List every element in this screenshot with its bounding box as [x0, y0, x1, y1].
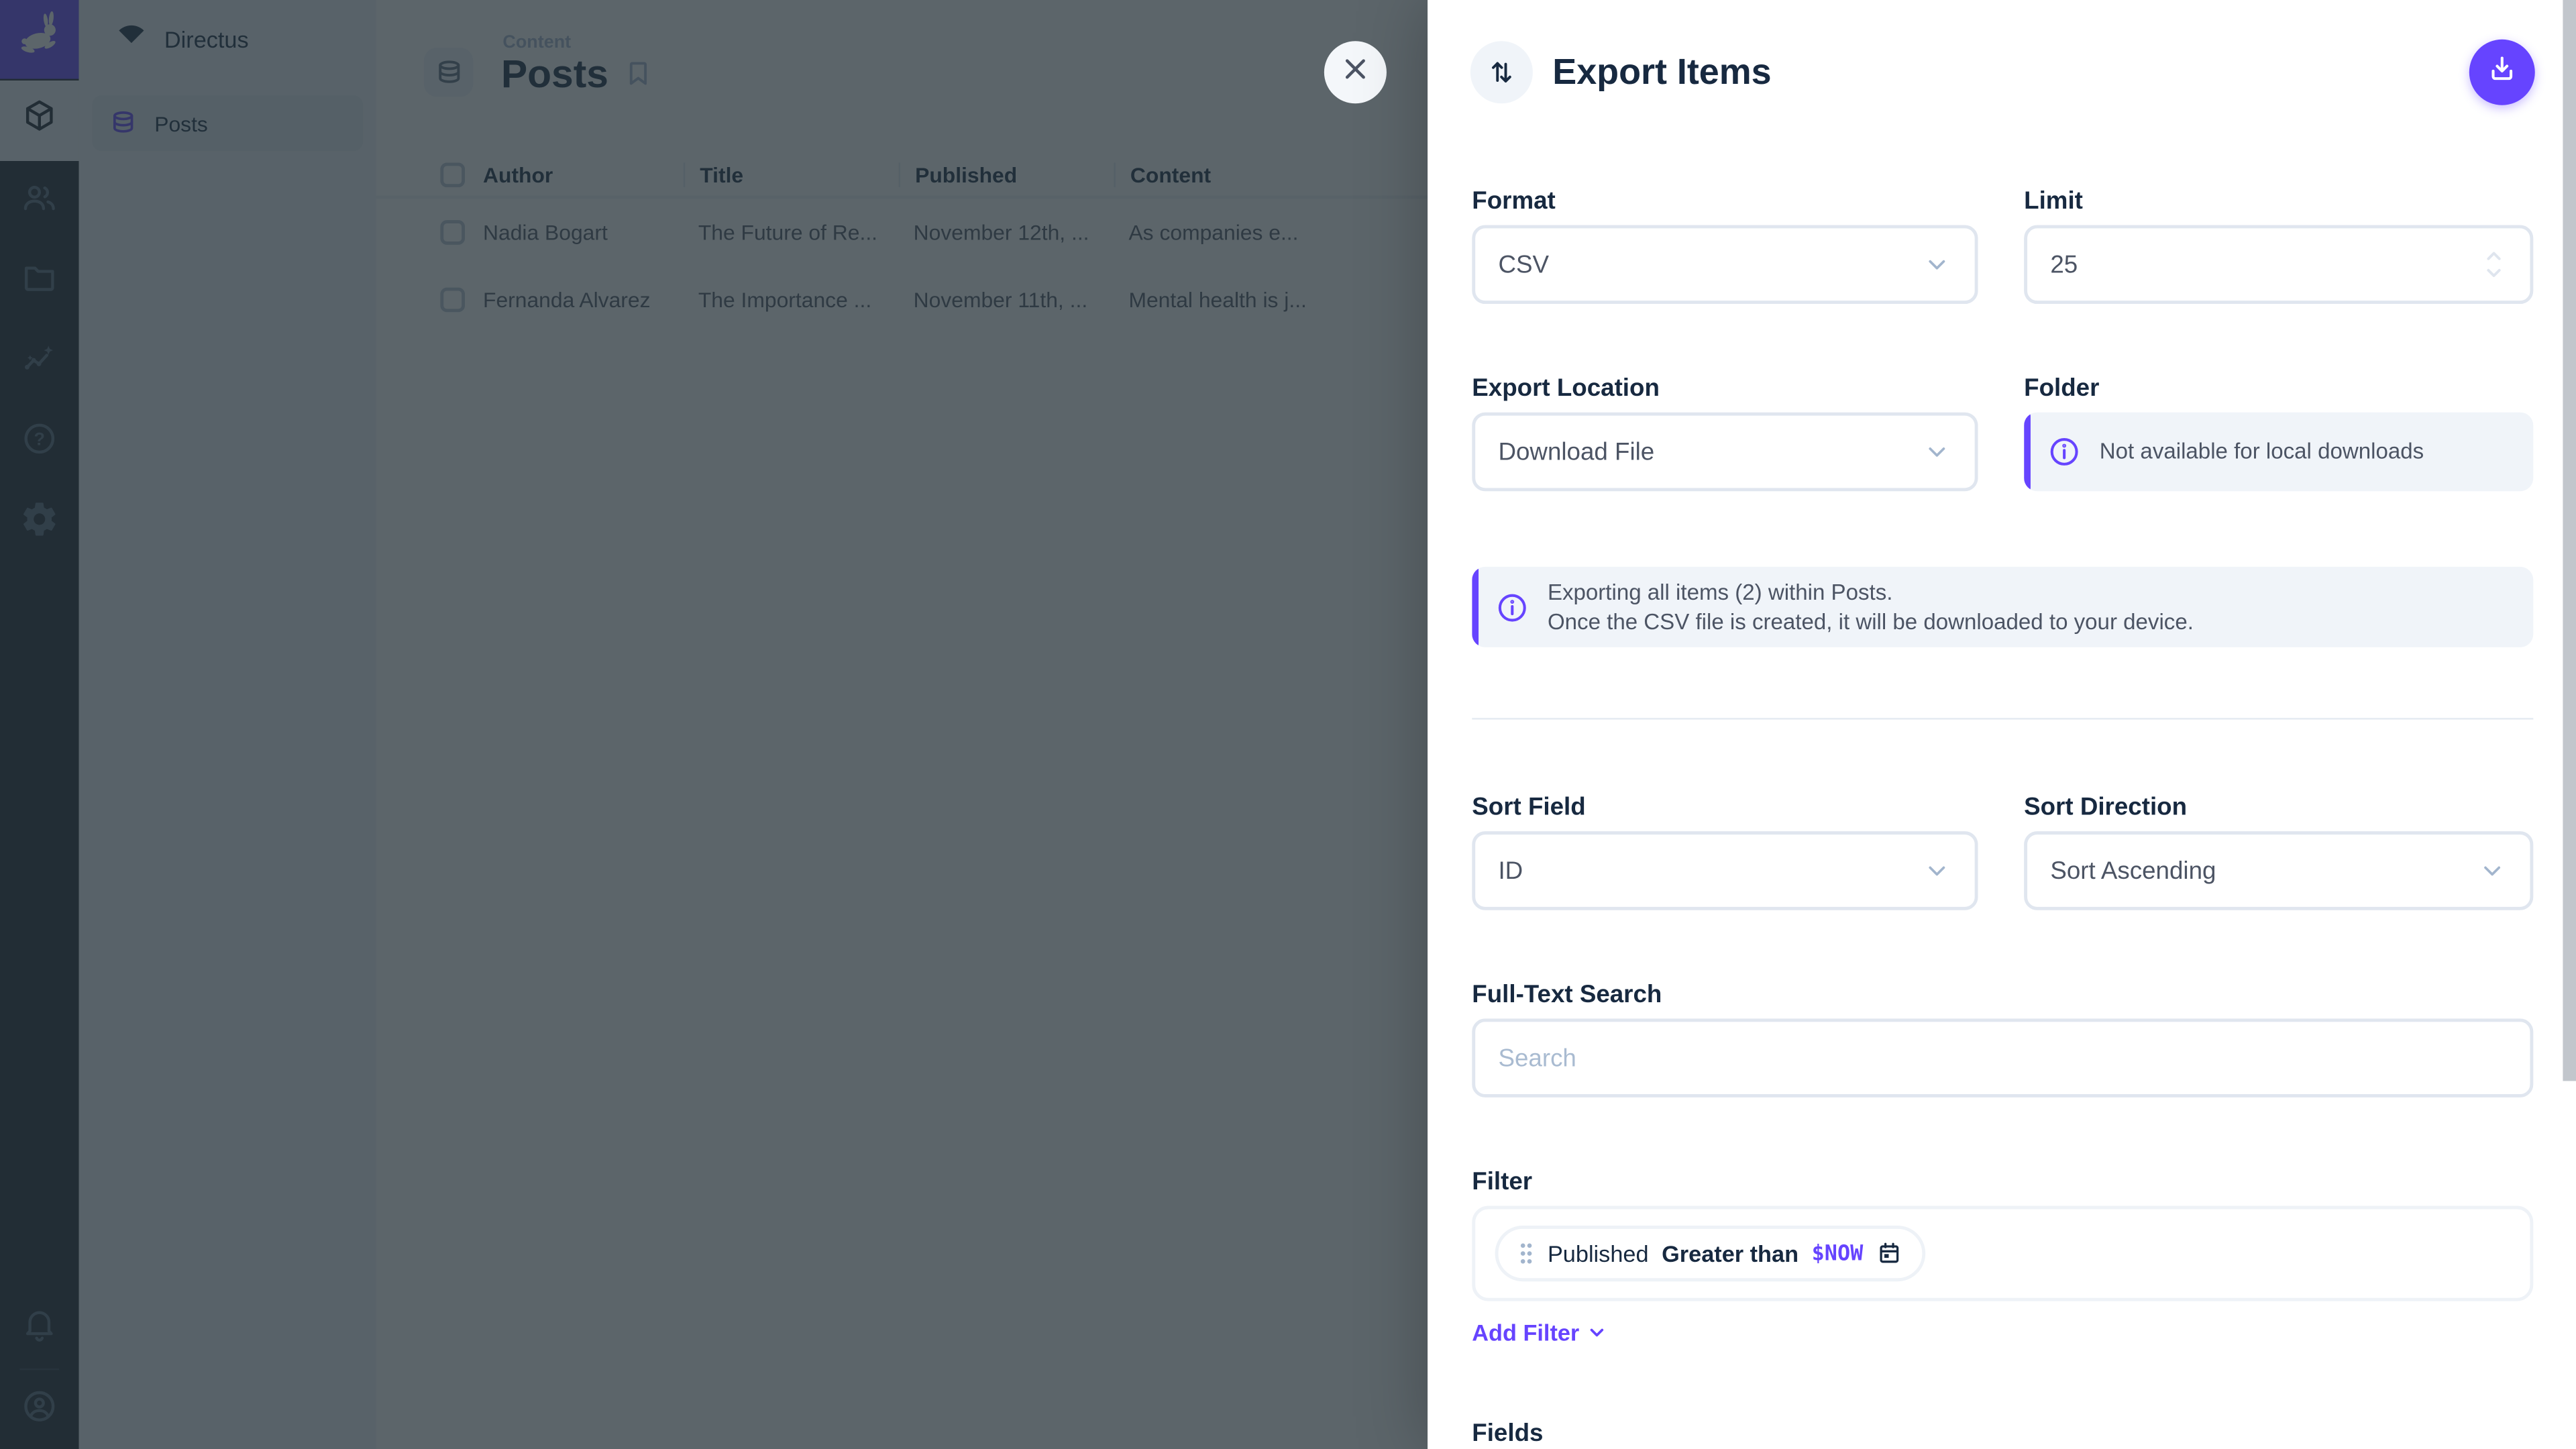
limit-label: Limit [2024, 187, 2083, 215]
stepper-down-icon[interactable] [2481, 264, 2507, 282]
drawer-title: Export Items [1552, 51, 1771, 94]
add-filter-button[interactable]: Add Filter [1472, 1320, 1609, 1346]
stepper-up-icon[interactable] [2481, 246, 2507, 264]
format-value: CSV [1498, 250, 1922, 278]
section-divider [1472, 718, 2533, 719]
sort-field-value: ID [1498, 857, 1922, 885]
search-label: Full-Text Search [1472, 981, 1662, 1009]
sort-field-select[interactable]: ID [1472, 831, 1978, 910]
format-select[interactable]: CSV [1472, 225, 1978, 305]
search-input[interactable] [1472, 1018, 2533, 1097]
chevron-down-icon [2477, 856, 2507, 885]
drawer-scrollbar [2563, 0, 2576, 1449]
notice-accent-bar [1472, 567, 1479, 647]
format-label: Format [1472, 187, 1556, 215]
export-location-select[interactable]: Download File [1472, 413, 1978, 492]
filter-field[interactable]: Published [1548, 1240, 1649, 1267]
drag-handle-icon[interactable] [1518, 1240, 1534, 1267]
export-info-notice: Exporting all items (2) within Posts. On… [1472, 567, 2533, 647]
filter-chip[interactable]: Published Greater than $NOW [1495, 1226, 1926, 1281]
export-location-label: Export Location [1472, 374, 1660, 402]
sort-direction-select[interactable]: Sort Ascending [2024, 831, 2533, 910]
scrollbar-thumb[interactable] [2563, 0, 2576, 1081]
filter-value[interactable]: $NOW [1812, 1241, 1864, 1266]
close-icon [1339, 52, 1372, 93]
export-location-value: Download File [1498, 438, 1922, 466]
start-export-button[interactable] [2469, 40, 2535, 105]
filter-label: Filter [1472, 1168, 1532, 1196]
app-root: ? Directus [0, 0, 2576, 1449]
notice-accent-bar [2024, 413, 2031, 492]
sort-field-label: Sort Field [1472, 794, 1585, 822]
folder-label: Folder [2024, 374, 2099, 402]
calendar-icon[interactable] [1876, 1240, 1902, 1267]
export-info-line2: Once the CSV file is created, it will be… [1548, 607, 2194, 637]
sort-direction-value: Sort Ascending [2050, 857, 2477, 885]
chevron-down-icon [1922, 250, 1951, 279]
chevron-down-icon [1922, 856, 1951, 885]
download-icon [2485, 52, 2518, 93]
limit-input[interactable] [2050, 250, 2481, 278]
number-stepper [2481, 246, 2507, 282]
filter-box: Published Greater than $NOW [1472, 1206, 2533, 1301]
export-info-line1: Exporting all items (2) within Posts. [1548, 578, 2194, 607]
chevron-down-icon [1922, 437, 1951, 466]
modal-overlay[interactable] [0, 0, 1428, 1449]
filter-operator[interactable]: Greater than [1662, 1240, 1799, 1267]
info-icon [2047, 435, 2081, 469]
add-filter-label: Add Filter [1472, 1320, 1579, 1346]
folder-notice-text: Not available for local downloads [2100, 437, 2424, 466]
limit-field [2024, 225, 2533, 305]
folder-disabled-notice: Not available for local downloads [2024, 413, 2533, 492]
fields-label: Fields [1472, 1419, 1543, 1448]
info-icon [1495, 590, 1529, 624]
export-info-text: Exporting all items (2) within Posts. On… [1548, 578, 2194, 637]
chevron-down-icon [1586, 1321, 1609, 1344]
export-drawer: Export Items Format CSV Limit Export Loc… [1428, 0, 2576, 1449]
swap-vert-icon-badge [1470, 41, 1533, 103]
sort-direction-label: Sort Direction [2024, 794, 2187, 822]
close-drawer-button[interactable] [1324, 41, 1387, 103]
